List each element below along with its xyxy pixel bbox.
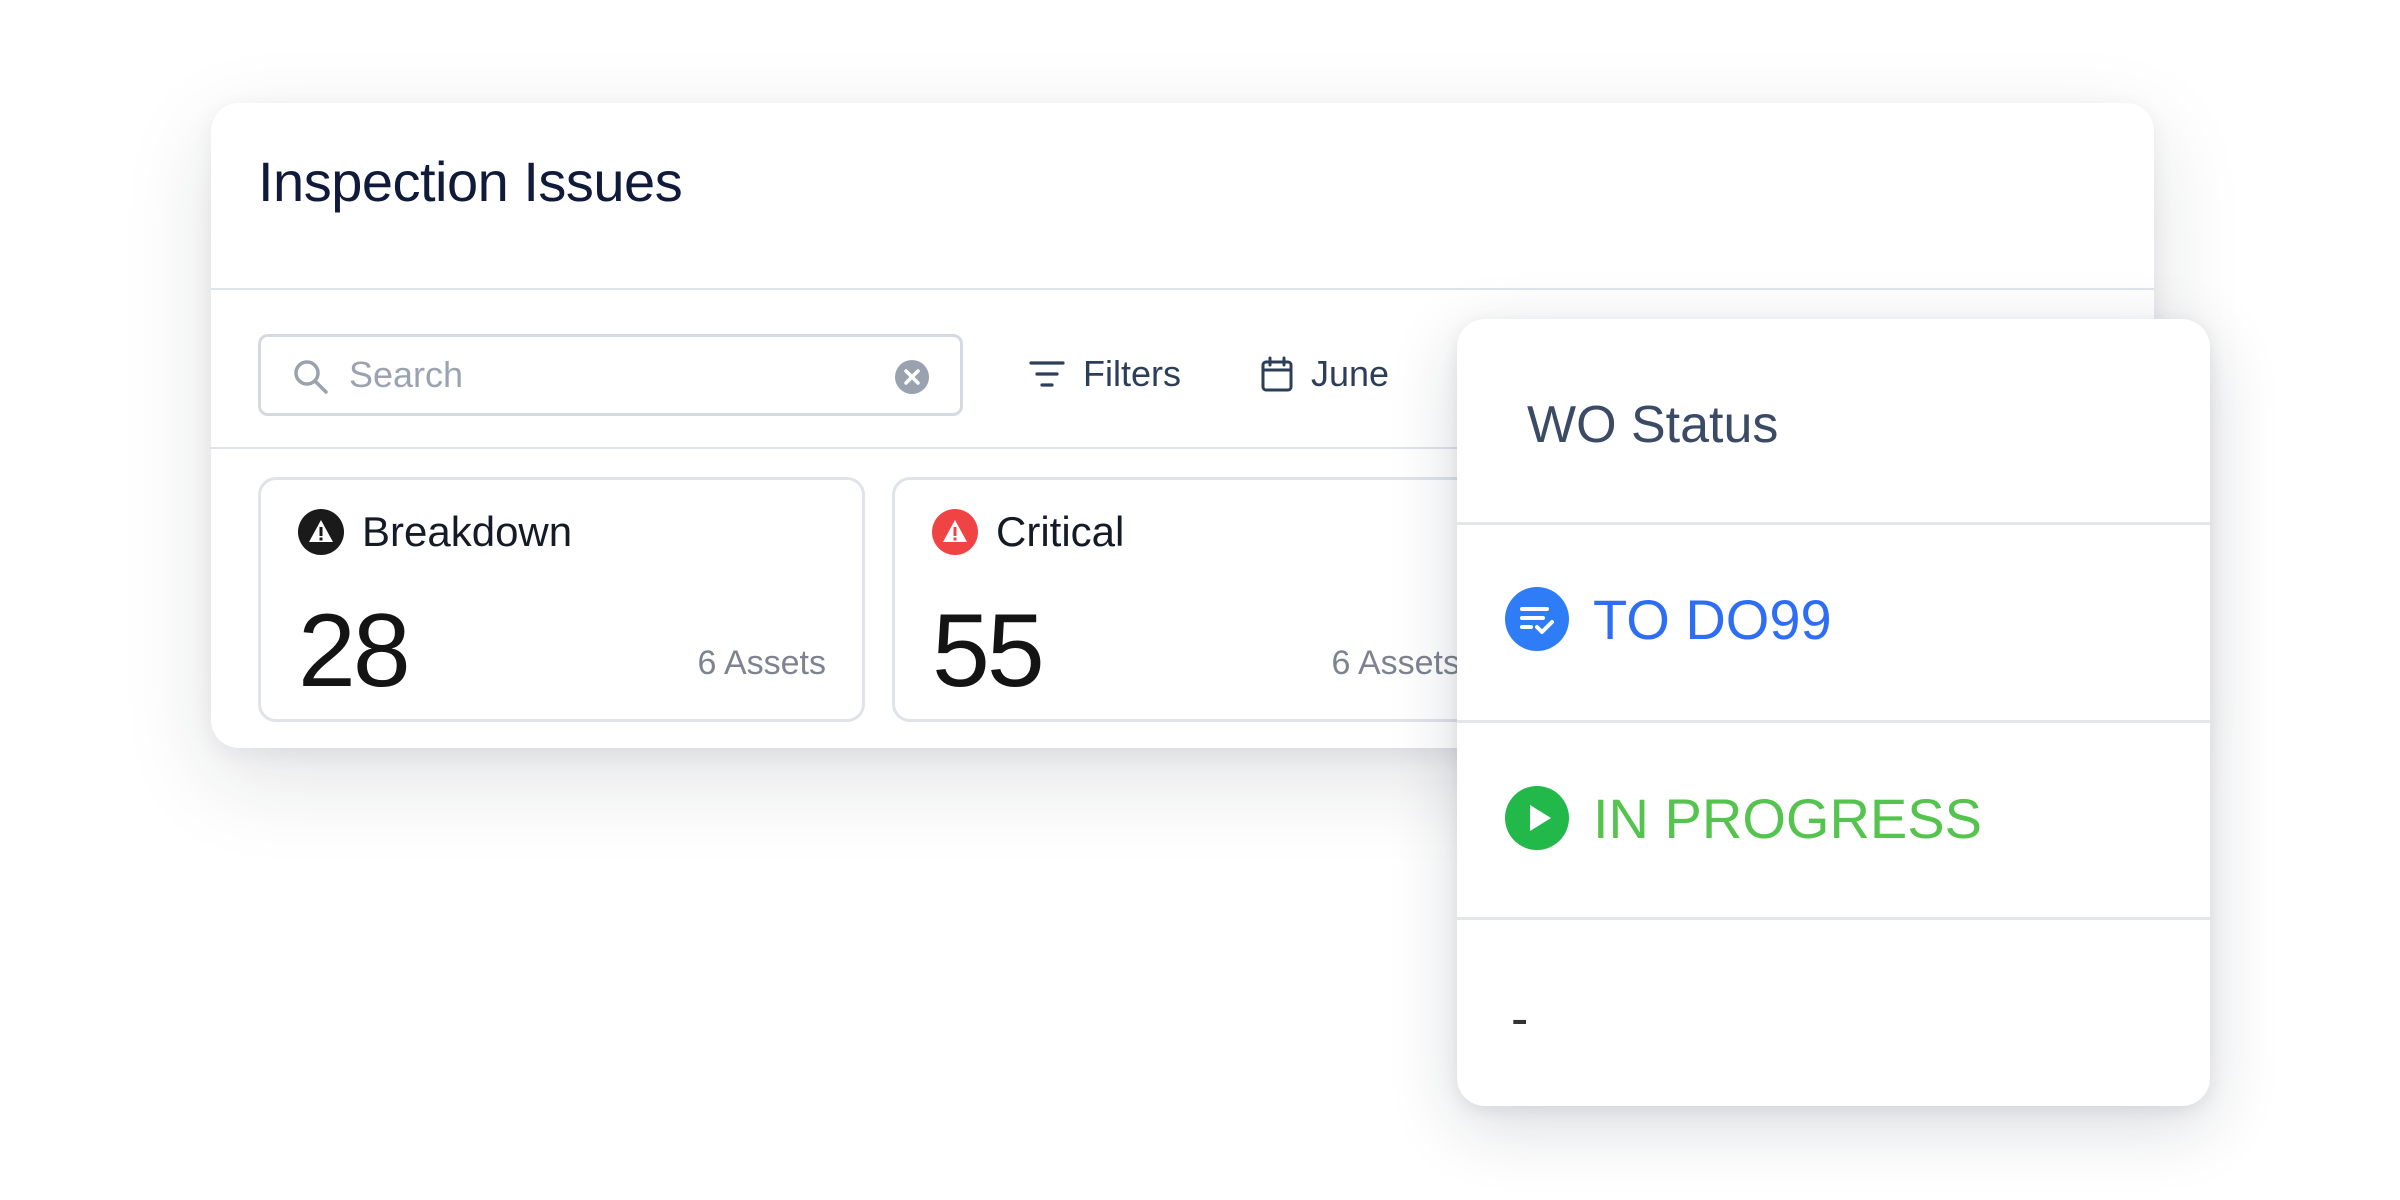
stat-label: Critical bbox=[996, 508, 1125, 555]
card-title: Inspection Issues bbox=[258, 150, 683, 213]
stage: Inspection Issues Filters bbox=[0, 0, 2400, 1200]
wo-option-none[interactable]: - bbox=[1511, 969, 1528, 1069]
stat-assets-count: 6 Assets bbox=[697, 644, 826, 682]
wo-status-dropdown: WO Status TO DO99 IN PROGRESS - bbox=[1457, 319, 2210, 1106]
search-box[interactable] bbox=[258, 334, 963, 416]
search-input[interactable] bbox=[349, 349, 869, 401]
warning-icon bbox=[298, 509, 344, 555]
wo-option-label: IN PROGRESS bbox=[1593, 786, 1982, 850]
stat-card-breakdown[interactable]: Breakdown 28 6 Assets bbox=[258, 477, 865, 722]
dropdown-divider bbox=[1457, 917, 2210, 920]
stat-assets-count: 6 Assets bbox=[1331, 644, 1460, 682]
warning-icon bbox=[932, 509, 978, 555]
search-icon bbox=[294, 360, 328, 394]
wo-status-title: WO Status bbox=[1527, 396, 1779, 454]
stat-label: Breakdown bbox=[362, 508, 573, 555]
filter-icon bbox=[1029, 361, 1065, 387]
play-icon bbox=[1505, 786, 1569, 850]
stat-value: 28 bbox=[298, 593, 411, 709]
wo-option-in-progress[interactable]: IN PROGRESS bbox=[1505, 768, 1982, 868]
date-filter-label: June bbox=[1311, 353, 1390, 394]
stat-header: Breakdown bbox=[298, 508, 572, 556]
stat-header: Critical bbox=[932, 508, 1124, 556]
dropdown-divider bbox=[1457, 522, 2210, 525]
dropdown-divider bbox=[1457, 720, 2210, 723]
stat-value: 55 bbox=[932, 593, 1045, 709]
filters-label: Filters bbox=[1083, 353, 1181, 394]
date-filter-button[interactable]: June bbox=[1261, 339, 1389, 409]
header-divider bbox=[211, 288, 2154, 290]
clear-search-icon[interactable] bbox=[894, 359, 930, 395]
checklist-icon bbox=[1505, 587, 1569, 651]
filters-button[interactable]: Filters bbox=[1029, 339, 1181, 409]
wo-option-label: TO DO99 bbox=[1593, 587, 1832, 651]
stat-card-critical[interactable]: Critical 55 6 Assets bbox=[892, 477, 1499, 722]
wo-option-label: - bbox=[1511, 990, 1529, 1048]
wo-option-todo[interactable]: TO DO99 bbox=[1505, 569, 1832, 669]
calendar-icon bbox=[1261, 356, 1293, 392]
